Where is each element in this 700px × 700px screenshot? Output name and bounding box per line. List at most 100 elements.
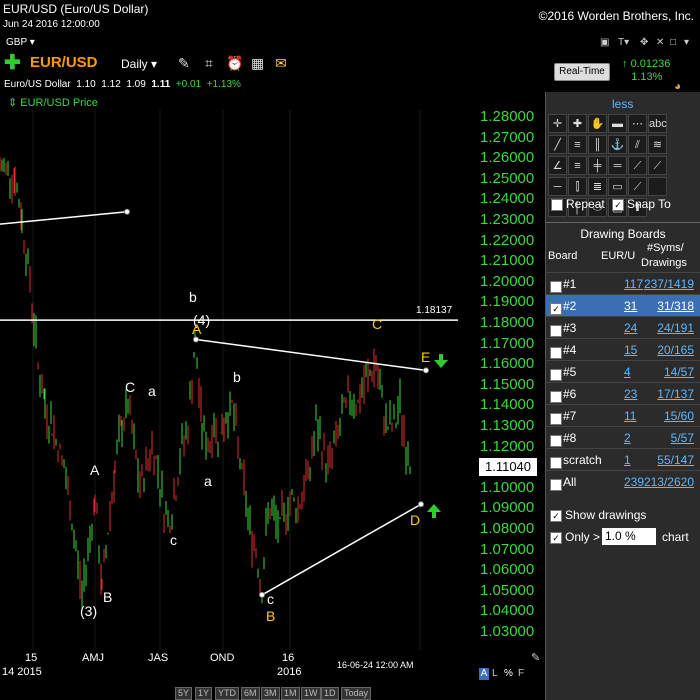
timeframe-button[interactable]: Today (341, 687, 372, 700)
text-icon[interactable]: T▾ (618, 37, 629, 48)
alarm-clock-icon[interactable]: ⏰ (226, 55, 243, 71)
axis-mode-log[interactable]: L (492, 668, 498, 679)
hline-tool-icon[interactable]: ─ (548, 177, 567, 196)
calculator-icon[interactable]: ▦ (251, 55, 264, 71)
only-percent-input[interactable]: 1.0 % (602, 528, 656, 545)
hand-tool-icon[interactable]: ✋ (588, 114, 607, 133)
board-syms-count[interactable]: 237/1419 (644, 277, 694, 291)
show-drawings-option[interactable]: ✓ Show drawings (550, 508, 646, 522)
timeframe-button[interactable]: 1W (301, 687, 321, 700)
board-eur-count[interactable]: 2 (624, 431, 631, 445)
drawing-board-row[interactable]: #1 117 237/1419 (546, 272, 700, 295)
timeframe-button[interactable]: 1Y (195, 687, 213, 700)
pencil-icon[interactable]: ✎ (531, 651, 540, 664)
cross-tool-icon[interactable]: ✚ (568, 114, 587, 133)
menu-icon[interactable]: ▾ (684, 37, 689, 48)
note-icon[interactable]: ✉ (275, 55, 287, 71)
only-option[interactable]: ✓ Only > (550, 530, 600, 544)
repeat-option[interactable]: Repeat (551, 197, 605, 211)
add-icon[interactable]: ✚ (4, 53, 21, 73)
price-chart[interactable]: (3)ABC ab(4)AcabcBCED (0, 110, 545, 686)
board-eur-count[interactable]: 23 (624, 387, 637, 401)
fib-tool-icon[interactable]: ≣ (588, 177, 607, 196)
wrench-icon[interactable]: ✎ (178, 55, 190, 71)
show-drawings-checkbox[interactable]: ✓ (550, 509, 562, 522)
period-dropdown[interactable]: Daily ▾ (121, 57, 157, 71)
text-tool-icon[interactable]: abc (648, 114, 667, 133)
axis-mode-f[interactable]: F (518, 668, 524, 679)
board-syms-count[interactable]: 213/2620 (644, 475, 694, 489)
eraser-tool-icon[interactable]: ▬ (608, 114, 627, 133)
timeframe-button[interactable]: 5Y (175, 687, 193, 700)
board-syms-count[interactable]: 24/191 (657, 321, 694, 335)
drawing-board-row[interactable]: #5 4 14/57 (546, 360, 700, 383)
ray-tool-icon[interactable]: ⟋ (628, 156, 647, 175)
crosshair-tool-icon[interactable]: ✛ (548, 114, 567, 133)
board-eur-count[interactable]: 24 (624, 321, 637, 335)
gann-tool-icon[interactable]: ═ (608, 156, 627, 175)
window-title: EUR/USD (Euro/US Dollar) (3, 2, 149, 16)
close-icon[interactable]: ✕ (656, 37, 664, 48)
drawing-board-row[interactable]: #7 11 15/60 (546, 404, 700, 427)
snap-to-checkbox[interactable]: ✓ (612, 198, 624, 211)
trend-tool-icon[interactable]: ⟋ (648, 156, 667, 175)
fan-tool-icon[interactable]: ╱ (548, 135, 567, 154)
timeframe-button[interactable]: YTD (215, 687, 239, 700)
board-syms-count[interactable]: 15/60 (664, 409, 694, 423)
board-eur-count[interactable]: 31 (624, 299, 637, 313)
board-syms-count[interactable]: 17/137 (657, 387, 694, 401)
symbol-name[interactable]: EUR/USD (30, 54, 98, 71)
board-syms-count[interactable]: 31/318 (657, 299, 694, 313)
maximize-icon[interactable]: □ (670, 37, 676, 48)
board-syms-count[interactable]: 14/57 (664, 365, 694, 379)
price-series-label[interactable]: ⇕ EUR/USD Price (8, 96, 98, 109)
axis-mode-a[interactable]: A (479, 668, 489, 680)
box-tool-icon[interactable]: ▭ (608, 177, 627, 196)
only-checkbox[interactable]: ✓ (550, 531, 562, 544)
axis-mode-percent[interactable]: % (504, 668, 513, 679)
currency-dropdown[interactable]: GBP ▾ (6, 37, 35, 48)
anchor-tool-icon[interactable]: ⚓ (608, 135, 627, 154)
drawing-board-row[interactable]: #4 15 20/165 (546, 338, 700, 361)
lines-tool-icon[interactable]: ≡ (568, 135, 587, 154)
speed-tool-icon[interactable]: ╪ (588, 156, 607, 175)
drawing-board-row[interactable]: All 239 213/2620 (546, 470, 700, 493)
snap-to-option[interactable]: ✓ Snap To (612, 197, 671, 211)
cycle-tool-icon[interactable]: ⟋ (628, 177, 647, 196)
board-eur-count[interactable]: 15 (624, 343, 637, 357)
zigzag-tool-icon[interactable]: ≋ (648, 135, 667, 154)
grid-tool-icon[interactable]: ≡ (568, 156, 587, 175)
board-eur-count[interactable]: 117 (624, 277, 643, 291)
parallel-tool-icon[interactable]: ⫽ (628, 135, 647, 154)
restore-icon[interactable]: ▣ (600, 37, 609, 48)
chart-label: chart (662, 530, 689, 544)
timeframe-button[interactable]: 6M (241, 687, 260, 700)
drawing-board-row[interactable]: #6 23 17/137 (546, 382, 700, 405)
drawing-board-row[interactable]: #8 2 5/57 (546, 426, 700, 449)
angle-tool-icon[interactable]: ∠ (548, 156, 567, 175)
board-syms-count[interactable]: 20/165 (657, 343, 694, 357)
timeframe-button[interactable]: 1M (281, 687, 300, 700)
ruler-icon[interactable]: ⌗ (205, 55, 213, 71)
board-syms-count[interactable]: 5/57 (671, 431, 694, 445)
board-eur-count[interactable]: 1 (624, 453, 631, 467)
board-eur-count[interactable]: 239 (624, 475, 644, 489)
timeframe-button[interactable]: 1D (321, 687, 339, 700)
connect-tool-icon[interactable]: ⋯ (628, 114, 647, 133)
board-eur-count[interactable]: 4 (624, 365, 631, 379)
realtime-button[interactable]: Real-Time (554, 63, 610, 81)
board-syms-count[interactable]: 55/147 (657, 453, 694, 467)
move-icon[interactable]: ✥ (640, 37, 648, 48)
drawing-board-row[interactable]: ✓ #2 31 31/318 (546, 294, 700, 317)
blank-tool-icon[interactable] (648, 177, 667, 196)
drawing-board-row[interactable]: scratch 1 55/147 (546, 448, 700, 471)
repeat-checkbox[interactable] (551, 198, 563, 211)
board-eur-count[interactable]: 11 (624, 409, 636, 423)
less-link[interactable]: less (612, 97, 633, 111)
channel-tool-icon[interactable]: ║ (588, 135, 607, 154)
drawing-board-row[interactable]: #3 24 24/191 (546, 316, 700, 339)
quote-line: Euro/US Dollar 1.10 1.12 1.09 1.11 +0.01… (4, 79, 241, 90)
timeframe-button[interactable]: 3M (261, 687, 280, 700)
date-tick-label: 14 2015 (2, 666, 42, 678)
vbar-tool-icon[interactable]: ⫿ (568, 177, 587, 196)
